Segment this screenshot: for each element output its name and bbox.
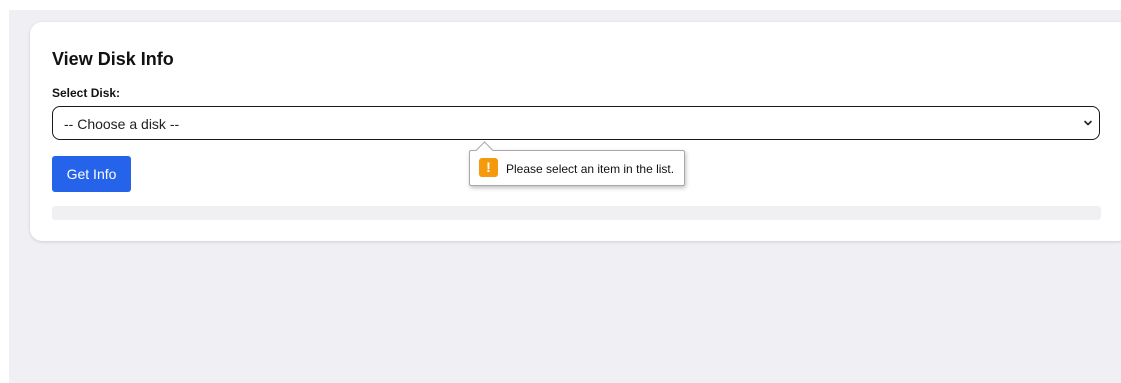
get-info-button[interactable]: Get Info <box>52 156 131 192</box>
disk-select[interactable]: -- Choose a disk -- <box>52 106 1100 140</box>
validation-tooltip: ! Please select an item in the list. <box>469 141 685 186</box>
result-area <box>52 206 1101 220</box>
disk-info-card: View Disk Info Select Disk: -- Choose a … <box>30 22 1121 241</box>
disk-select-value: -- Choose a disk -- <box>64 116 180 132</box>
warning-icon: ! <box>479 158 498 177</box>
select-disk-label: Select Disk: <box>52 86 121 100</box>
chevron-down-icon <box>1084 120 1092 126</box>
page-title: View Disk Info <box>52 49 174 69</box>
tooltip-message: Please select an item in the list. <box>506 162 675 176</box>
